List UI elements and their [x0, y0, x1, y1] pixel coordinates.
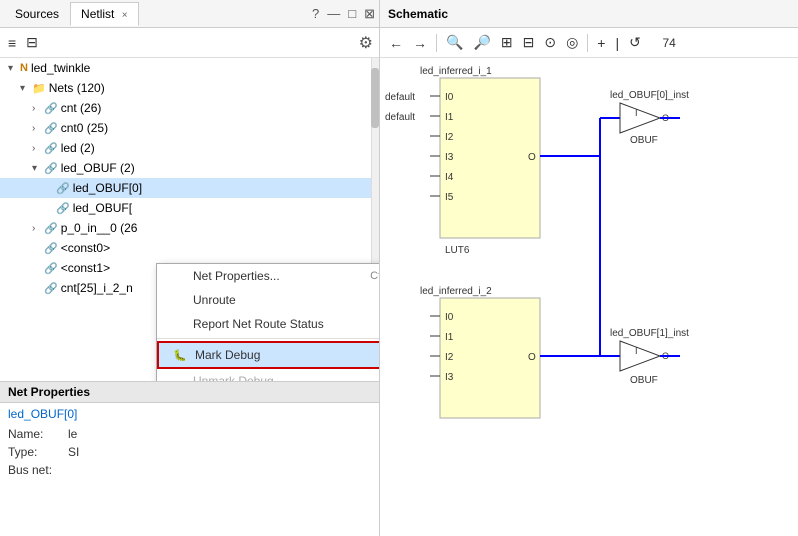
lut2-i2: I2 [445, 352, 454, 363]
lut2-i3: I3 [445, 372, 454, 383]
tab-icon-group: ? — □ ⊠ [312, 6, 375, 22]
lut1-default1: default [385, 92, 415, 103]
help-icon[interactable]: ? [312, 6, 319, 21]
lut1-i1: I1 [445, 112, 454, 123]
schematic-svg: LUT6 led_inferred_i_1 I0 I1 I2 I3 I4 I5 … [380, 58, 798, 536]
lut2-i1: I1 [445, 332, 454, 343]
tree-led-obuf[interactable]: ▾ 🔗 led_OBUF (2) [0, 158, 379, 178]
add-btn[interactable]: + [594, 33, 608, 53]
lut1-o: O [528, 152, 536, 163]
lut1-box [440, 78, 540, 238]
zoom-circle-btn[interactable]: ⊙ [541, 32, 559, 53]
collapse-all-icon[interactable]: ≡ [6, 33, 18, 53]
net-props-row-name: Name: le [0, 425, 379, 443]
lut2-o: O [528, 352, 536, 363]
obuf2-type: OBUF [630, 375, 658, 386]
fit-btn[interactable]: ⊞ [498, 32, 516, 53]
schematic-title: Schematic [380, 0, 798, 28]
tree-led-obuf1[interactable]: 🔗 led_OBUF[ [0, 198, 379, 218]
context-menu: Net Properties... Ctrl+E Unroute Report … [156, 263, 379, 381]
net-properties-netname[interactable]: led_OBUF[0] [0, 403, 379, 425]
schematic-toolbar: ← → 🔍 🔎 ⊞ ⊟ ⊙ ◎ + | ↺ 74 [380, 28, 798, 58]
tree-p0[interactable]: › 🔗 p_0_in__0 (26 [0, 218, 379, 238]
expand-icon[interactable]: ⊟ [24, 32, 40, 53]
settings-icon[interactable]: ⚙ [359, 33, 373, 53]
refresh-btn[interactable]: ↺ [626, 32, 644, 53]
back-btn[interactable]: ← [386, 33, 406, 53]
tree-const0[interactable]: 🔗 <const0> [0, 238, 379, 258]
net-properties-header: Net Properties [0, 382, 379, 403]
schematic-canvas[interactable]: LUT6 led_inferred_i_1 I0 I1 I2 I3 I4 I5 … [380, 58, 798, 536]
lut1-i2: I2 [445, 132, 454, 143]
tree-cnt0[interactable]: › 🔗 cnt0 (25) [0, 118, 379, 138]
toolbar-divider1 [436, 34, 437, 52]
zoom-in-btn[interactable]: 🔍 [443, 32, 466, 53]
menu-unroute[interactable]: Unroute [157, 288, 379, 312]
obuf1-type: OBUF [630, 135, 658, 146]
lut1-i4: I4 [445, 172, 454, 183]
bug-icon: 🐛 [173, 349, 191, 362]
minimize-icon[interactable]: — [327, 6, 340, 21]
lut2-box [440, 298, 540, 418]
menu-net-properties[interactable]: Net Properties... Ctrl+E [157, 264, 379, 288]
lut1-default2: default [385, 112, 415, 123]
zoom-out-btn[interactable]: 🔎 [470, 32, 493, 53]
netlist-tree[interactable]: ▾ N led_twinkle ▾ 📁 Nets (120) › 🔗 cnt (… [0, 58, 379, 381]
tab-sources[interactable]: Sources [4, 2, 70, 26]
tree-led-obuf0[interactable]: 🔗 led_OBUF[0] [0, 178, 379, 198]
lut1-title: led_inferred_i_1 [420, 66, 492, 77]
close-panel-icon[interactable]: ⊠ [364, 6, 375, 22]
obuf2-shape [620, 341, 660, 371]
obuf1-port-i: I [635, 108, 638, 118]
net-properties-panel: Net Properties led_OBUF[0] Name: le Type… [0, 381, 379, 536]
obuf2-port-i: I [635, 346, 638, 356]
scrollbar-thumb[interactable] [371, 68, 379, 128]
tree-root[interactable]: ▾ N led_twinkle [0, 58, 379, 78]
net-props-row-busnet: Bus net: [0, 461, 379, 479]
toolbar-divider2 [587, 34, 588, 52]
obuf1-shape [620, 103, 660, 133]
obuf2-instance: led_OBUF[1]_inst [610, 328, 689, 339]
tab-netlist[interactable]: Netlist × [70, 2, 139, 26]
menu-sep1 [157, 338, 379, 339]
schematic-panel: Schematic ← → 🔍 🔎 ⊞ ⊟ ⊙ ◎ + | ↺ 74 LUT6 [380, 0, 798, 536]
zoom-value: 74 [648, 36, 676, 50]
menu-report-route[interactable]: Report Net Route Status [157, 312, 379, 336]
tab-close[interactable]: × [122, 10, 128, 21]
forward-btn[interactable]: → [410, 33, 430, 53]
menu-mark-debug[interactable]: 🐛 Mark Debug [157, 341, 379, 369]
lut1-type-label: LUT6 [445, 245, 470, 256]
zoom-target-btn[interactable]: ◎ [563, 32, 581, 53]
lut2-title: led_inferred_i_2 [420, 286, 492, 297]
tab-bar: Sources Netlist × ? — □ ⊠ [0, 0, 379, 28]
lut2-i0: I0 [445, 312, 454, 323]
zoom-sel-btn[interactable]: ⊟ [520, 32, 538, 53]
lut1-i0: I0 [445, 92, 454, 103]
lut1-i3: I3 [445, 152, 454, 163]
tree-cnt[interactable]: › 🔗 cnt (26) [0, 98, 379, 118]
restore-icon[interactable]: □ [348, 6, 356, 21]
net-props-row-type: Type: SI [0, 443, 379, 461]
tree-nets[interactable]: ▾ 📁 Nets (120) [0, 78, 379, 98]
netlist-toolbar: ≡ ⊟ ⚙ [0, 28, 379, 58]
obuf1-instance: led_OBUF[0]_inst [610, 90, 689, 101]
lut1-i5: I5 [445, 192, 454, 203]
menu-unmark-debug: Unmark Debug [157, 369, 379, 381]
pipe-btn[interactable]: | [612, 33, 622, 53]
tree-led[interactable]: › 🔗 led (2) [0, 138, 379, 158]
